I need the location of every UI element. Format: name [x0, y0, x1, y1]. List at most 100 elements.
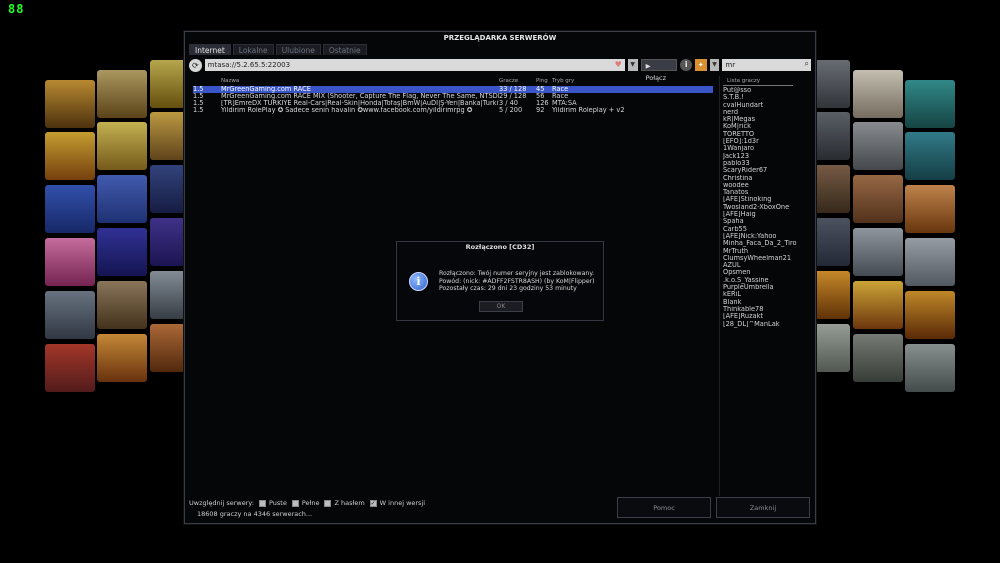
background-right-screens — [795, 30, 965, 533]
player-list-items: Put@sso S.T.B.! cvalHundart nerd kR|Megas KoM… — [723, 87, 811, 328]
filter-full-checkbox[interactable]: Pełne — [291, 499, 319, 507]
background-tile — [853, 334, 903, 382]
search-value: mr — [725, 61, 736, 69]
player-list-item[interactable]: .k.o.S_Yassine — [723, 277, 811, 284]
dialog-title: Rozłączono [CD32] — [465, 243, 535, 251]
player-list-item[interactable]: MrTruth — [723, 248, 811, 255]
player-list-item[interactable]: [AFE]Nick:Yahoo — [723, 233, 811, 240]
background-tile — [45, 80, 95, 128]
player-list-item[interactable]: [28_DL]^ManLak — [723, 321, 811, 328]
background-tile — [45, 291, 95, 339]
player-list-item[interactable]: Spaha — [723, 218, 811, 225]
refresh-icon[interactable]: ⟳ — [189, 58, 202, 72]
player-list-item[interactable]: kR|Megas — [723, 116, 811, 123]
fps-counter: 88 — [8, 2, 25, 16]
player-list-item[interactable]: kERiL — [723, 291, 811, 298]
search-filter-icon[interactable]: ✦ — [695, 59, 707, 71]
favourite-heart-icon[interactable]: ♥ — [615, 59, 622, 71]
server-row[interactable]: 1.5 MrGreenGaming.com RACE MIX (Shooter,… — [193, 93, 713, 100]
tab-bar: Internet Lokalne Ulubione Ostatnie — [189, 44, 367, 55]
background-tile — [905, 344, 955, 392]
player-list-item[interactable]: [AFE]Stinoking — [723, 196, 811, 203]
background-tile — [905, 238, 955, 286]
connect-button[interactable]: ▶ Połącz — [640, 59, 678, 82]
player-list-item[interactable]: [AFE]Haig — [723, 211, 811, 218]
player-list-item[interactable]: Jack123 — [723, 153, 811, 160]
player-list-item[interactable]: S.T.B.! — [723, 94, 811, 101]
server-row[interactable]: 1.5 [TR]EmreDX TURKIYE Real-Cars|Real-Sk… — [193, 100, 713, 107]
filter-other-version-checkbox[interactable]: ✓ W innej wersji — [369, 499, 425, 507]
player-list-item[interactable]: Tanatos — [723, 189, 811, 196]
filters-label: Uwzględnij serwery: — [189, 499, 254, 507]
player-list-item[interactable]: Carb55 — [723, 226, 811, 233]
filter-dropdown-icon[interactable]: ▼ — [709, 59, 720, 71]
player-list-item[interactable]: Blank — [723, 299, 811, 306]
tab-favourites[interactable]: Ulubione — [275, 44, 321, 55]
checkbox-box — [324, 499, 332, 507]
status-text: 18608 graczy na 4346 serwerach... — [197, 510, 313, 518]
background-tile — [97, 281, 147, 329]
player-list-item[interactable]: [EFO]:1d3r — [723, 138, 811, 145]
background-tile — [853, 70, 903, 118]
background-tile — [853, 281, 903, 329]
background-tile — [97, 70, 147, 118]
player-list-item[interactable]: nerd — [723, 109, 811, 116]
tab-local[interactable]: Lokalne — [232, 44, 274, 55]
search-icon: ⌕ — [804, 59, 809, 68]
player-list-item[interactable]: Twosland2-XboxOne — [723, 204, 811, 211]
info-icon: i — [409, 272, 428, 291]
background-tile — [905, 132, 955, 180]
player-list-item[interactable]: 1Wanjaro — [723, 145, 811, 152]
address-field[interactable]: mtasa://5.2.65.5:22003 ♥ — [204, 59, 625, 71]
info-icon[interactable]: i — [680, 59, 693, 71]
player-list-item[interactable]: TORETTO — [723, 131, 811, 138]
player-list-item[interactable]: [AFE]Ruzakt — [723, 313, 811, 320]
player-list-item[interactable]: cvalHundart — [723, 102, 811, 109]
tab-internet[interactable]: Internet — [189, 44, 231, 55]
player-list-header: Lista graczy — [723, 76, 793, 86]
ok-button[interactable]: OK — [479, 301, 523, 312]
player-list-item[interactable]: Christina — [723, 175, 811, 182]
help-button[interactable]: Pomoc — [617, 497, 711, 518]
checkbox-box — [291, 499, 299, 507]
disconnect-dialog: Rozłączono [CD32] i Rozłączono: Twój num… — [396, 241, 604, 321]
window-title: PRZEGLĄDARKA SERWERÓW — [443, 34, 557, 42]
player-list-item[interactable]: Thinkable78 — [723, 306, 811, 313]
address-dropdown-icon[interactable]: ▼ — [627, 59, 638, 71]
background-tile — [853, 228, 903, 276]
filter-empty-checkbox[interactable]: Puste — [258, 499, 287, 507]
background-tile — [97, 175, 147, 223]
background-tile — [97, 228, 147, 276]
player-list-item[interactable]: Put@sso — [723, 87, 811, 94]
background-tile — [45, 132, 95, 180]
background-tile — [97, 122, 147, 170]
player-list-item[interactable]: AZUL — [723, 262, 811, 269]
server-filters: Uwzględnij serwery: Puste Pełne Z hasłem… — [189, 499, 425, 507]
column-name[interactable]: Nazwa — [221, 76, 499, 86]
player-list[interactable]: Lista graczy Put@sso S.T.B.! cvalHundart ne… — [719, 76, 811, 496]
background-tile — [905, 80, 955, 128]
background-tile — [97, 334, 147, 382]
address-value: mtasa://5.2.65.5:22003 — [207, 61, 291, 69]
player-list-item[interactable]: Minha_Faca_Da_2_Tiro — [723, 240, 811, 247]
background-tile — [45, 238, 95, 286]
background-tile — [853, 122, 903, 170]
filter-password-checkbox[interactable]: Z hasłem — [324, 499, 365, 507]
column-mode[interactable]: Tryb gry — [552, 76, 702, 86]
player-list-item[interactable]: pablo33 — [723, 160, 811, 167]
player-list-item[interactable]: PurpleUmbrella — [723, 284, 811, 291]
player-list-item[interactable]: ClumsyWheelman21 — [723, 255, 811, 262]
search-input[interactable]: mr ⌕ — [722, 59, 811, 71]
close-button[interactable]: Zamknij — [716, 497, 810, 518]
player-list-item[interactable]: KoM|rick — [723, 123, 811, 130]
background-tile — [45, 344, 95, 392]
server-row[interactable]: 1.5 Yildirim RolePlay ✪ Sadece senin hav… — [193, 107, 713, 114]
player-list-item[interactable]: Opsmen — [723, 269, 811, 276]
background-tile — [905, 185, 955, 233]
player-list-item[interactable]: ScaryRider67 — [723, 167, 811, 174]
dialog-message: Rozłączono: Twój numer seryjny jest zabl… — [439, 270, 595, 292]
tab-recent[interactable]: Ostatnie — [322, 44, 367, 55]
player-list-item[interactable]: woodee — [723, 182, 811, 189]
toolbar: ⟳ mtasa://5.2.65.5:22003 ♥ ▼ ▶ Połącz i … — [189, 57, 811, 82]
server-row[interactable]: 1.5 MrGreenGaming.com RACE 33 / 128 45 R… — [193, 86, 713, 93]
